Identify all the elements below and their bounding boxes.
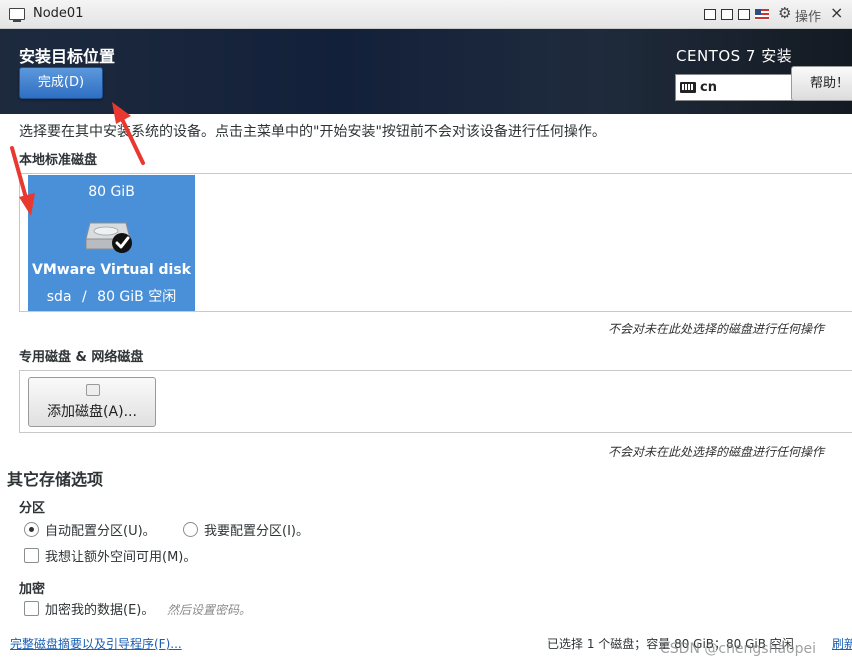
keyboard-layout-label: cn: [700, 80, 717, 95]
disk-separator: /: [81, 289, 87, 305]
disk-device: sda: [46, 289, 72, 305]
minimize-icon[interactable]: [704, 9, 716, 20]
add-disk-label: 添加磁盘(A)...: [47, 404, 137, 420]
disk-size: 80 GiB: [88, 184, 135, 200]
disk-summary-link[interactable]: 完整磁盘摘要以及引导程序(F)...: [10, 635, 182, 652]
page-title: 安装目标位置: [19, 47, 116, 66]
keyboard-layout-indicator[interactable]: cn: [675, 74, 793, 101]
disk-add-icon: [86, 384, 100, 396]
encrypt-checkbox[interactable]: 加密我的数据(E)。: [24, 599, 154, 618]
disk-name: VMware Virtual disk: [32, 262, 191, 278]
product-title: CENTOS 7 安装: [676, 47, 793, 65]
window-controls: [704, 9, 769, 20]
special-disks-note: 不会对未在此处选择的磁盘进行任何操作: [608, 445, 825, 459]
instruction-text: 选择要在其中安装系统的设备。点击主菜单中的"开始安装"按钮前不会对该设备进行任何…: [19, 124, 606, 140]
extra-space-label: 我想让额外空间可用(M)。: [45, 550, 197, 565]
radio-selected-icon[interactable]: [24, 522, 39, 537]
help-button[interactable]: 帮助！: [791, 66, 852, 101]
gear-icon[interactable]: ⚙: [778, 4, 791, 22]
partition-title: 分区: [19, 501, 46, 516]
encrypt-label: 加密我的数据(E)。: [45, 603, 155, 618]
manual-partition-radio[interactable]: 我要配置分区(I)。: [183, 520, 309, 539]
ops-menu[interactable]: 操作: [795, 6, 821, 25]
installer-header: 安装目标位置 完成(D) CENTOS 7 安装 cn 帮助！: [0, 29, 852, 114]
encrypt-hint: 然后设置密码。: [167, 603, 252, 617]
maximize-icon[interactable]: [738, 9, 750, 20]
close-icon[interactable]: ×: [830, 3, 843, 22]
monitor-icon: [9, 8, 25, 22]
window-titlebar: Node01 ⚙ 操作 ×: [0, 0, 852, 29]
radio-unselected-icon[interactable]: [183, 522, 198, 537]
manual-partition-label: 我要配置分区(I)。: [204, 524, 309, 539]
encryption-title: 加密: [19, 582, 46, 597]
hard-drive-icon: [86, 222, 132, 253]
flag-icon[interactable]: [755, 9, 769, 20]
restore-icon[interactable]: [721, 9, 733, 20]
checkbox-icon[interactable]: [24, 548, 39, 563]
keyboard-icon: [680, 82, 696, 93]
other-options-title: 其它存储选项: [7, 470, 104, 489]
special-disks-title: 专用磁盘 & 网络磁盘: [19, 350, 144, 365]
auto-partition-label: 自动配置分区(U)。: [45, 524, 156, 539]
local-disks-area: 80 GiB VMware Virtual disk sda / 80 GiB …: [19, 173, 852, 312]
local-disks-note: 不会对未在此处选择的磁盘进行任何操作: [608, 322, 825, 336]
disk-free-space: 80 GiB 空闲: [97, 289, 177, 305]
refresh-link[interactable]: 刷新: [832, 635, 852, 652]
disk-tile-sda[interactable]: 80 GiB VMware Virtual disk sda / 80 GiB …: [28, 175, 195, 311]
watermark: CSDN @chengshaopei: [660, 641, 817, 657]
window-title: Node01: [33, 6, 84, 21]
done-button[interactable]: 完成(D): [19, 67, 103, 99]
disk-free: sda / 80 GiB 空闲: [28, 286, 195, 306]
local-disks-title: 本地标准磁盘: [19, 153, 98, 168]
special-disks-area: 添加磁盘(A)...: [19, 370, 852, 433]
add-disk-button[interactable]: 添加磁盘(A)...: [28, 377, 156, 427]
extra-space-checkbox[interactable]: 我想让额外空间可用(M)。: [24, 546, 196, 565]
checkbox-icon[interactable]: [24, 601, 39, 616]
auto-partition-radio[interactable]: 自动配置分区(U)。: [24, 520, 156, 539]
